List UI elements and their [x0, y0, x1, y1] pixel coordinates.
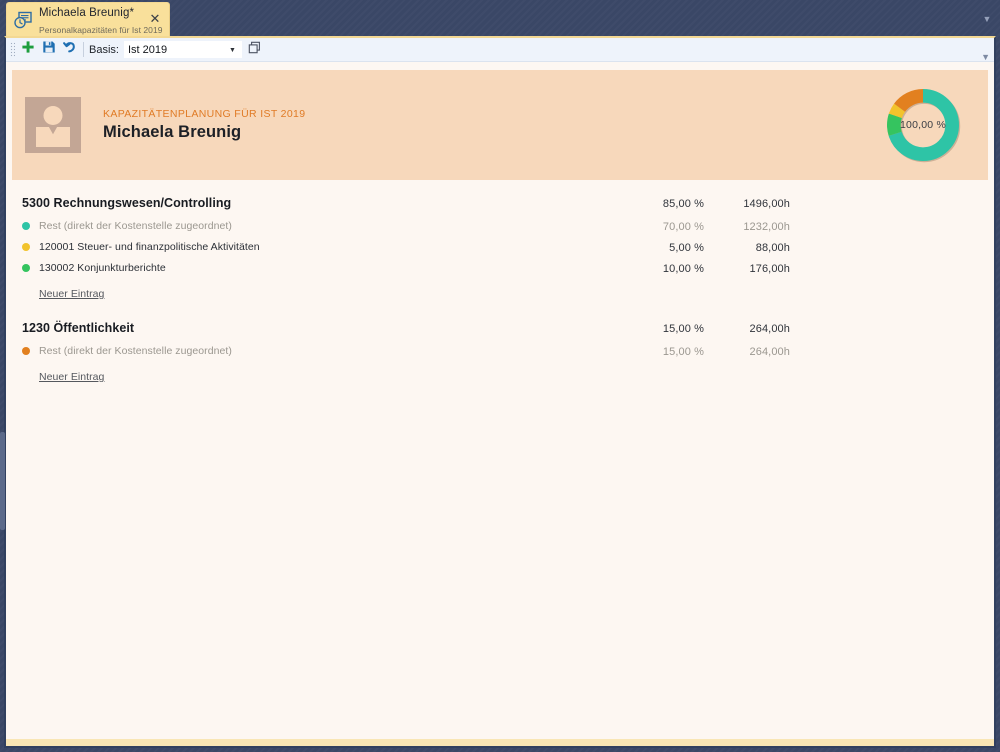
banner-text: KAPAZITÄTENPLANUNG FÜR IST 2019 Michaela… — [103, 108, 880, 142]
group-percent: 15,00 % — [662, 323, 704, 335]
task-label-cell: 120001 Steuer- und finanzpolitische Akti… — [12, 241, 594, 253]
cost-center-list: 5300 Rechnungswesen/Controlling 85,00 % 14… — [6, 196, 994, 388]
status-dot-icon — [22, 243, 30, 251]
undo-arrow-icon — [62, 40, 77, 59]
task-row[interactable]: Rest (direkt der Kostenstelle zugeordnet… — [12, 220, 988, 241]
new-entry-row: Neuer Eintrag — [12, 283, 988, 305]
group-title-cell: 5300 Rechnungswesen/Controlling — [12, 196, 594, 210]
undo-button[interactable] — [59, 40, 80, 60]
copy-button[interactable] — [245, 40, 265, 60]
task-row[interactable]: 120001 Steuer- und finanzpolitische Akti… — [12, 241, 988, 262]
chevron-down-icon[interactable]: ▼ — [229, 42, 236, 59]
cost-center-group: 1230 Öffentlichkeit 15,00 % 264,00h Rest (d… — [12, 321, 988, 388]
task-label: 120001 Steuer- und finanzpolitische Akti… — [39, 241, 260, 253]
group-hours: 1496,00h — [743, 198, 790, 210]
toolbar-overflow-chevron-icon[interactable]: ▼ — [981, 53, 990, 62]
toolbar: Basis: Ist 2019 ▼ ▼ — [6, 38, 994, 62]
cost-center-group: 5300 Rechnungswesen/Controlling 85,00 % 14… — [12, 196, 988, 305]
task-label-cell: Rest (direkt der Kostenstelle zugeordnet… — [12, 220, 594, 232]
avatar-body — [36, 127, 70, 147]
task-hours: 176,00h — [749, 263, 790, 275]
header-banner: KAPAZITÄTENPLANUNG FÜR IST 2019 Michaela… — [12, 70, 988, 180]
task-hours: 1232,00h — [743, 221, 790, 233]
close-icon[interactable]: ✕ — [147, 12, 163, 28]
toolbar-separator — [83, 42, 84, 57]
task-label: Rest (direkt der Kostenstelle zugeordnet… — [39, 220, 232, 232]
window-clock-icon — [12, 9, 34, 31]
status-dot-icon — [22, 347, 30, 355]
tab-title: Michaela Breunig* — [39, 6, 135, 19]
task-percent: 70,00 % — [662, 221, 704, 233]
task-label: 130002 Konjunkturberichte — [39, 262, 166, 274]
group-title: 5300 Rechnungswesen/Controlling — [22, 196, 232, 210]
page-eyebrow: KAPAZITÄTENPLANUNG FÜR IST 2019 — [103, 108, 306, 120]
basis-select[interactable]: Ist 2019 ▼ — [123, 41, 242, 59]
avatar — [25, 97, 81, 153]
tab-subtitle: Personalkapazitäten für Ist 2019 — [39, 24, 163, 35]
donut-center-label: 100,00 % — [900, 119, 946, 131]
task-label: Rest (direkt der Kostenstelle zugeordnet… — [39, 345, 232, 357]
tab-strip: Michaela Breunig* Personalkapazitäten fü… — [0, 0, 1000, 37]
basis-select-value: Ist 2019 — [127, 43, 168, 56]
tab-michaela-breunig[interactable]: Michaela Breunig* Personalkapazitäten fü… — [6, 2, 170, 37]
toolbar-grip[interactable] — [10, 42, 15, 57]
floppy-disk-icon — [42, 40, 56, 59]
status-dot-icon — [22, 222, 30, 230]
group-header-row[interactable]: 5300 Rechnungswesen/Controlling 85,00 % 14… — [12, 196, 988, 220]
status-dot-icon — [22, 264, 30, 272]
task-percent: 15,00 % — [662, 346, 704, 358]
add-button[interactable] — [17, 40, 38, 60]
new-entry-link[interactable]: Neuer Eintrag — [39, 288, 104, 300]
task-label-cell: 130002 Konjunkturberichte — [12, 262, 594, 274]
copy-icon — [248, 41, 261, 59]
avatar-head — [43, 106, 63, 125]
group-header-row[interactable]: 1230 Öffentlichkeit 15,00 % 264,00h — [12, 321, 988, 345]
task-hours: 264,00h — [749, 346, 790, 358]
page-title: Michaela Breunig — [103, 123, 242, 141]
basis-label: Basis: — [89, 43, 119, 56]
save-button[interactable] — [38, 40, 59, 60]
group-percent: 85,00 % — [662, 198, 704, 210]
new-entry-link[interactable]: Neuer Eintrag — [39, 371, 104, 383]
tab-text-block: Michaela Breunig* Personalkapazitäten fü… — [39, 3, 162, 38]
plus-icon — [21, 40, 35, 59]
task-row[interactable]: Rest (direkt der Kostenstelle zugeordnet… — [12, 345, 988, 366]
task-percent: 10,00 % — [662, 263, 704, 275]
task-percent: 5,00 % — [669, 242, 704, 254]
group-title: 1230 Öffentlichkeit — [22, 321, 135, 335]
content-area: KAPAZITÄTENPLANUNG FÜR IST 2019 Michaela… — [6, 62, 994, 746]
bottom-accent-strip — [6, 739, 994, 746]
capacity-donut-chart: 100,00 % — [880, 82, 966, 168]
task-label-cell: Rest (direkt der Kostenstelle zugeordnet… — [12, 345, 594, 357]
group-hours: 264,00h — [749, 323, 790, 335]
new-entry-row: Neuer Eintrag — [12, 366, 988, 388]
chevron-down-icon[interactable]: ▼ — [981, 13, 993, 25]
task-row[interactable]: 130002 Konjunkturberichte 10,00 % 176,00h — [12, 262, 988, 283]
task-hours: 88,00h — [755, 242, 790, 254]
application-root: Michaela Breunig* Personalkapazitäten fü… — [0, 0, 1000, 752]
vertical-scrollbar-thumb[interactable] — [0, 432, 5, 530]
document-window: Basis: Ist 2019 ▼ ▼ KAPAZITÄTENPLANUNG F… — [4, 36, 996, 748]
group-title-cell: 1230 Öffentlichkeit — [12, 321, 594, 335]
